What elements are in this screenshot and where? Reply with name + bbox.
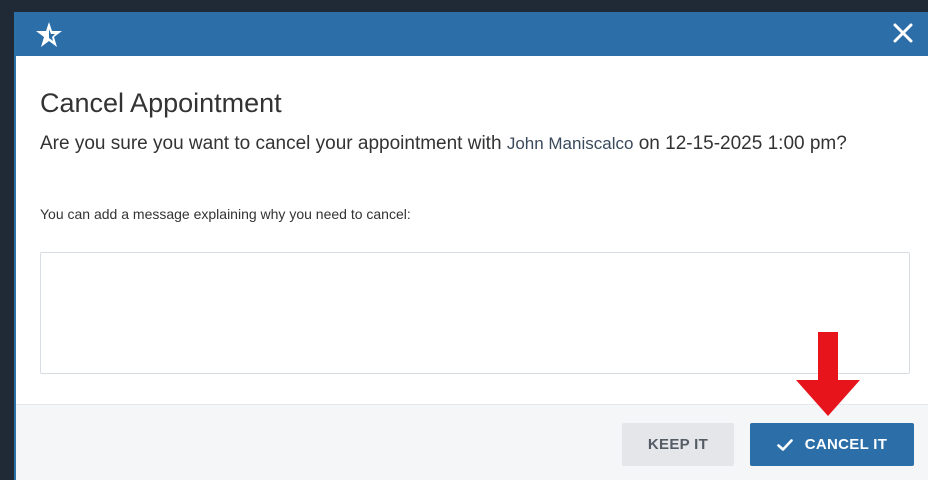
cancel-appointment-dialog: Cancel Appointment Are you sure you want…: [14, 12, 928, 480]
keep-it-button[interactable]: KEEP IT: [622, 423, 734, 466]
check-icon: [776, 438, 793, 451]
provider-name: John Maniscalco: [506, 134, 634, 153]
keep-it-label: KEEP IT: [647, 436, 709, 453]
cancel-it-label: CANCEL IT: [804, 436, 888, 453]
dialog-footer: KEEP IT CANCEL IT: [16, 404, 928, 480]
cancel-message-input[interactable]: [40, 252, 910, 374]
message-hint: You can add a message explaining why you…: [40, 206, 411, 222]
red-down-arrow: [796, 332, 860, 416]
dialog-header: [16, 12, 928, 56]
question-prefix: Are you sure you want to cancel your app…: [40, 133, 507, 154]
question-suffix: on 12-15-2025 1:00 pm?: [633, 133, 847, 154]
dialog-title: Cancel Appointment: [40, 88, 282, 118]
close-icon[interactable]: [888, 18, 918, 48]
confirmation-question: Are you sure you want to cancel your app…: [40, 130, 900, 157]
cancel-it-button[interactable]: CANCEL IT: [750, 423, 914, 466]
window-frame: Cancel Appointment Are you sure you want…: [0, 0, 928, 480]
star-logo-icon: [36, 22, 62, 47]
